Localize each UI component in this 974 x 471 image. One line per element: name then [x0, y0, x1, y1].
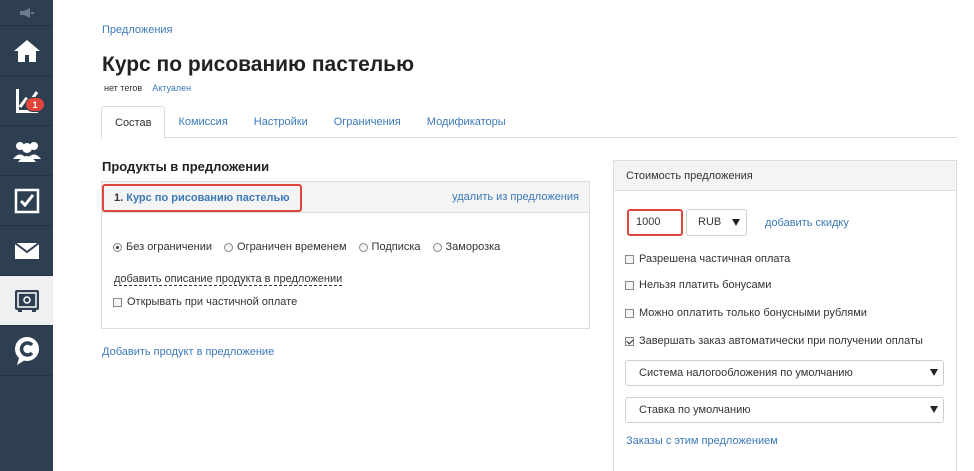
checkbox-icon — [14, 188, 39, 213]
radio-label: Ограничен временем — [237, 241, 347, 253]
breadcrumb[interactable]: Предложения — [102, 24, 173, 36]
status-link[interactable]: Актуален — [152, 83, 191, 93]
chat-c-icon — [14, 336, 39, 365]
tab-bar: Состав Комиссия Настройки Ограничения Мо… — [101, 106, 957, 139]
users-icon — [12, 141, 41, 162]
partial-open-checkbox[interactable]: Открывать при частичной оплате — [113, 296, 297, 308]
product-name[interactable]: 1. Курс по рисованию пастелью — [102, 184, 302, 212]
sidebar-item-home[interactable] — [0, 26, 53, 76]
auto-complete-checkbox[interactable]: Завершать заказ автоматически при получе… — [625, 335, 923, 347]
tab-composition[interactable]: Состав — [101, 106, 166, 139]
radio-freeze[interactable]: Заморозка — [432, 241, 501, 253]
megaphone-icon — [19, 7, 34, 18]
page-title: Курс по рисованию пастелью — [102, 53, 415, 76]
add-discount-link[interactable]: добавить скидку — [765, 217, 849, 229]
tab-modifiers[interactable]: Модификаторы — [414, 106, 519, 138]
tab-settings[interactable]: Настройки — [241, 106, 321, 138]
remove-product-link[interactable]: удалить из предложения — [452, 191, 579, 203]
product-card-header: 1. Курс по рисованию пастелью удалить из… — [102, 182, 589, 213]
radio-dot[interactable] — [113, 242, 122, 252]
radio-label: Заморозка — [445, 241, 501, 253]
checkbox[interactable] — [113, 297, 122, 307]
tab-commission[interactable]: Комиссия — [165, 106, 240, 138]
radio-dot[interactable] — [358, 242, 368, 252]
sidebar-item-store[interactable] — [0, 276, 53, 326]
radio-label: Без ограничении — [126, 241, 212, 253]
chevron-down-icon — [930, 406, 938, 413]
offer-meta: нет тегов Актуален — [104, 83, 191, 93]
currency-select[interactable]: RUB — [686, 209, 747, 236]
checkbox-label: Нельзя платить бонусами — [639, 279, 772, 291]
home-icon — [13, 39, 40, 62]
checkbox-checked[interactable] — [625, 336, 634, 346]
sidebar-item-tasks[interactable] — [0, 176, 53, 226]
checkbox[interactable] — [625, 308, 634, 318]
sidebar-item-chat[interactable] — [0, 326, 53, 376]
currency-value: RUB — [698, 216, 722, 228]
mail-icon — [13, 241, 40, 259]
product-name-link[interactable]: Курс по рисованию пастелью — [126, 192, 289, 204]
sidebar-collapse[interactable] — [0, 0, 53, 26]
price-panel: Стоимость предложения 1000 RUB добавить … — [613, 160, 957, 471]
radio-label: Подписка — [371, 241, 421, 253]
tags-label: нет тегов — [104, 83, 143, 93]
checkbox[interactable] — [625, 254, 634, 264]
checkbox-label: Можно оплатить только бонусными рублями — [639, 307, 867, 319]
tax-system-value: Система налогообложения по умолчанию — [639, 367, 853, 379]
products-section-title: Продукты в предложении — [102, 159, 270, 174]
checkbox-label: Завершать заказ автоматически при получе… — [639, 335, 923, 347]
checkbox-label: Открывать при частичной оплате — [127, 296, 298, 308]
checkbox-label: Разрешена частичная оплата — [639, 253, 791, 265]
add-product-link[interactable]: Добавить продукт в предложение — [102, 346, 274, 358]
sidebar: 1 — [0, 0, 53, 471]
radio-subscription[interactable]: Подписка — [358, 241, 421, 253]
chevron-down-icon — [930, 369, 938, 376]
radio-dot[interactable] — [224, 242, 233, 252]
tax-rate-select[interactable]: Ставка по умолчанию — [625, 397, 944, 423]
sidebar-item-users[interactable] — [0, 126, 53, 176]
chevron-down-icon — [732, 219, 740, 226]
access-type-radios: Без ограничении Ограничен временем Подпи… — [113, 241, 500, 253]
sidebar-item-stats[interactable]: 1 — [0, 76, 53, 126]
price-panel-title: Стоимость предложения — [614, 161, 956, 191]
product-card: 1. Курс по рисованию пастелью удалить из… — [101, 181, 590, 329]
radio-unlimited[interactable]: Без ограничении — [113, 241, 212, 253]
sidebar-item-mail[interactable] — [0, 226, 53, 276]
radio-dot[interactable] — [432, 242, 442, 252]
bonus-only-checkbox[interactable]: Можно оплатить только бонусными рублями — [625, 307, 867, 319]
price-row: 1000 RUB добавить скидку — [627, 209, 849, 236]
product-number: 1. — [114, 192, 124, 204]
tax-rate-value: Ставка по умолчанию — [639, 404, 751, 416]
price-input[interactable]: 1000 — [627, 209, 683, 236]
notification-badge: 1 — [25, 97, 45, 112]
no-bonus-checkbox[interactable]: Нельзя платить бонусами — [625, 279, 771, 291]
checkbox[interactable] — [625, 280, 634, 290]
tab-restrictions[interactable]: Ограничения — [321, 106, 414, 138]
safe-icon — [14, 289, 39, 312]
partial-payment-checkbox[interactable]: Разрешена частичная оплата — [625, 253, 790, 265]
radio-time-limited[interactable]: Ограничен временем — [224, 241, 347, 253]
tax-system-select[interactable]: Система налогообложения по умолчанию — [625, 360, 944, 386]
add-description-link[interactable]: добавить описание продукта в предложении — [114, 273, 343, 286]
orders-link[interactable]: Заказы с этим предложением — [626, 435, 778, 447]
